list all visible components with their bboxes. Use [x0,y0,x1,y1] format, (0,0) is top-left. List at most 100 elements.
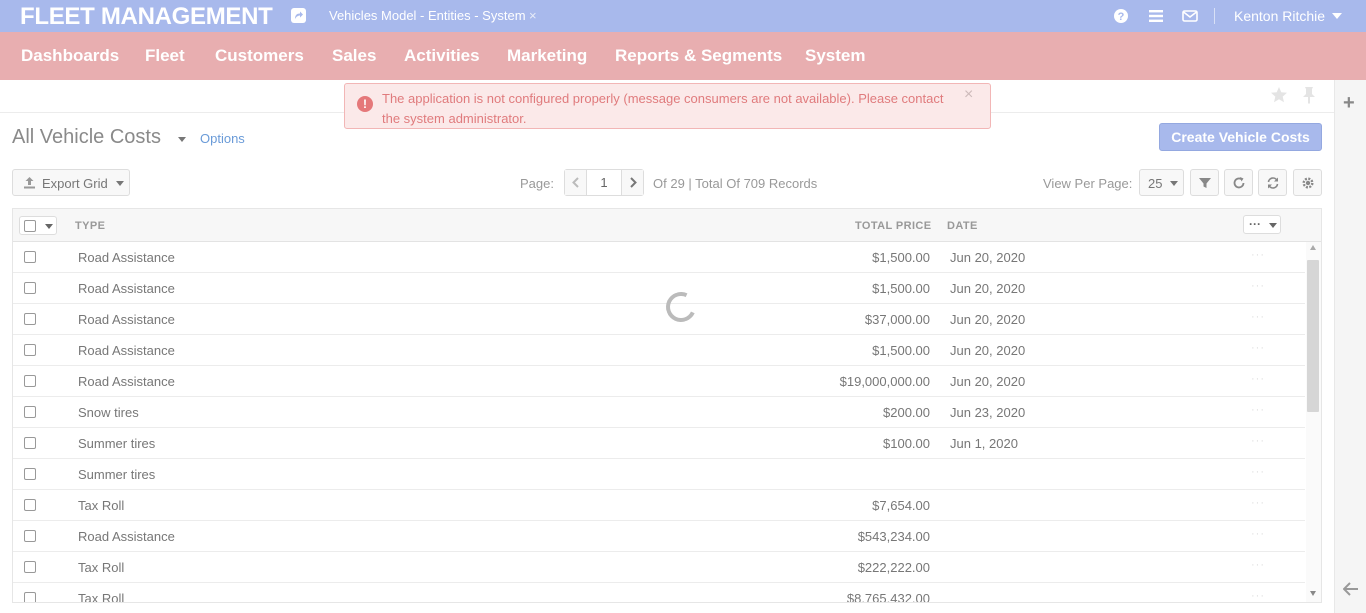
cell-type: Snow tires [78,405,139,420]
row-checkbox[interactable] [24,499,36,511]
chevron-down-icon [45,224,53,229]
row-checkbox[interactable] [24,468,36,480]
cell-type: Road Assistance [78,343,175,358]
chevron-down-icon[interactable] [1332,13,1342,19]
nav-item-activities[interactable]: Activities [404,46,480,66]
menu-icon[interactable] [1148,8,1164,24]
close-icon[interactable]: × [964,86,973,104]
plus-icon[interactable]: + [1343,92,1355,115]
cell-date: Jun 20, 2020 [950,343,1026,358]
breadcrumb-close-icon[interactable]: × [529,8,537,23]
table-row[interactable]: Road Assistance $1,500.00 Jun 20, 2020 ·… [13,273,1305,304]
more-icon: ··· [1249,217,1261,231]
table-row[interactable]: Tax Roll $8,765,432.00 ··· [13,583,1305,603]
pagination [564,169,644,196]
row-checkbox[interactable] [24,406,36,418]
cell-type: Tax Roll [78,498,125,513]
row-actions-icon[interactable]: ··· [1251,466,1265,478]
table-row[interactable]: Road Assistance $1,500.00 Jun 20, 2020 ·… [13,242,1305,273]
row-checkbox[interactable] [24,313,36,325]
table-row[interactable]: Summer tires $100.00 Jun 1, 2020 ··· [13,428,1305,459]
row-actions-icon[interactable]: ··· [1251,559,1265,571]
star-icon[interactable] [1270,86,1288,109]
row-checkbox[interactable] [24,251,36,263]
page-number-input[interactable] [587,170,621,195]
column-header-total-price[interactable]: TOTAL PRICE [855,220,932,232]
cell-type: Road Assistance [78,529,175,544]
mail-icon[interactable] [1182,8,1198,24]
column-header-date[interactable]: DATE [947,220,978,232]
user-menu[interactable]: Kenton Ritchie [1234,8,1325,24]
breadcrumb[interactable]: Vehicles Model - Entities - System [329,8,526,23]
table-row[interactable]: Road Assistance $1,500.00 Jun 20, 2020 ·… [13,335,1305,366]
error-alert: ! The application is not configured prop… [344,83,991,129]
page-title[interactable]: All Vehicle Costs [12,126,161,149]
scroll-up-icon[interactable] [1310,245,1316,250]
nav-item-system[interactable]: System [805,46,865,66]
table-row[interactable]: Tax Roll $7,654.00 ··· [13,490,1305,521]
row-checkbox[interactable] [24,344,36,356]
row-actions-icon[interactable]: ··· [1251,435,1265,447]
row-actions-icon[interactable]: ··· [1251,311,1265,323]
pin-icon[interactable] [1300,86,1318,109]
row-checkbox[interactable] [24,375,36,387]
table-row[interactable]: Road Assistance $37,000.00 Jun 20, 2020 … [13,304,1305,335]
filter-button[interactable] [1190,169,1219,196]
cell-type: Summer tires [78,436,156,451]
row-actions-icon[interactable]: ··· [1251,404,1265,416]
row-checkbox[interactable] [24,561,36,573]
chevron-down-icon [1170,181,1178,186]
column-header-type[interactable]: TYPE [75,220,105,232]
view-per-page-label: View Per Page: [1043,176,1133,191]
cell-date: Jun 20, 2020 [950,281,1026,296]
grid-scrollbar[interactable] [1306,242,1321,602]
row-actions-icon[interactable]: ··· [1251,528,1265,540]
share-icon[interactable] [291,8,306,23]
row-checkbox[interactable] [24,437,36,449]
cell-total-price: $222,222.00 [857,560,930,575]
scrollbar-thumb[interactable] [1307,260,1319,412]
table-row[interactable]: Road Assistance $19,000,000.00 Jun 20, 2… [13,366,1305,397]
row-checkbox[interactable] [24,530,36,542]
prev-page-button[interactable] [565,170,587,195]
help-icon[interactable]: ? [1113,8,1129,24]
table-row[interactable]: Tax Roll $222,222.00 ··· [13,552,1305,583]
scroll-down-icon[interactable] [1310,591,1316,596]
view-per-page-value: 25 [1148,176,1163,191]
arrow-left-icon[interactable] [1342,580,1359,601]
grid-actions-menu[interactable]: ··· [1243,215,1281,234]
row-actions-icon[interactable]: ··· [1251,280,1265,292]
nav-item-sales[interactable]: Sales [332,46,376,66]
refresh-button[interactable] [1224,169,1253,196]
row-actions-icon[interactable]: ··· [1251,373,1265,385]
grid-settings-button[interactable] [1293,169,1322,196]
row-actions-icon[interactable]: ··· [1251,497,1265,509]
nav-item-reports-segments[interactable]: Reports & Segments [615,46,782,66]
row-actions-icon[interactable]: ··· [1251,249,1265,261]
select-all-checkbox[interactable] [19,216,57,235]
cell-type: Road Assistance [78,374,175,389]
chevron-down-icon[interactable] [178,137,186,142]
table-row[interactable]: Summer tires ··· [13,459,1305,490]
table-row[interactable]: Snow tires $200.00 Jun 23, 2020 ··· [13,397,1305,428]
nav-item-marketing[interactable]: Marketing [507,46,587,66]
cell-type: Road Assistance [78,281,175,296]
nav-item-fleet[interactable]: Fleet [145,46,185,66]
cell-total-price: $8,765,432.00 [846,591,930,603]
app-title[interactable]: FLEET MANAGEMENT [20,3,273,31]
next-page-button[interactable] [621,170,643,195]
export-grid-button[interactable]: Export Grid [12,169,130,196]
row-checkbox[interactable] [24,592,36,602]
grid-body: Road Assistance $1,500.00 Jun 20, 2020 ·… [13,242,1305,603]
options-link[interactable]: Options [200,131,245,146]
reset-button[interactable] [1258,169,1287,196]
nav-item-dashboards[interactable]: Dashboards [21,46,119,66]
cell-type: Tax Roll [78,560,125,575]
view-per-page-select[interactable]: 25 [1139,169,1184,196]
row-actions-icon[interactable]: ··· [1251,590,1265,602]
create-vehicle-costs-button[interactable]: Create Vehicle Costs [1159,123,1322,151]
nav-item-customers[interactable]: Customers [215,46,304,66]
table-row[interactable]: Road Assistance $543,234.00 ··· [13,521,1305,552]
row-checkbox[interactable] [24,282,36,294]
row-actions-icon[interactable]: ··· [1251,342,1265,354]
